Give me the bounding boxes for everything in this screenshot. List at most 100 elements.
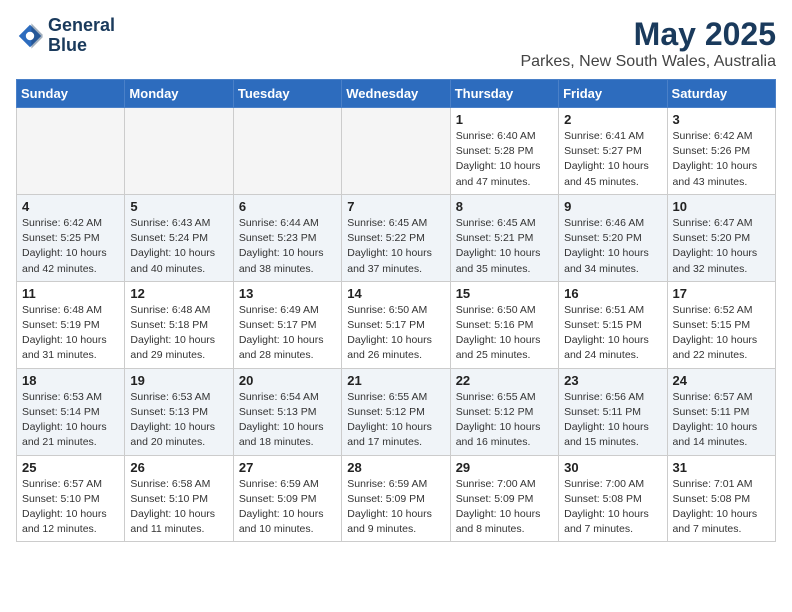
- day-info: Sunrise: 7:00 AMSunset: 5:08 PMDaylight:…: [564, 477, 661, 538]
- calendar-cell: 28Sunrise: 6:59 AMSunset: 5:09 PMDayligh…: [342, 455, 450, 542]
- day-number: 22: [456, 373, 553, 388]
- day-number: 30: [564, 460, 661, 475]
- calendar-cell: [17, 108, 125, 195]
- day-info: Sunrise: 6:44 AMSunset: 5:23 PMDaylight:…: [239, 216, 336, 277]
- day-info: Sunrise: 6:45 AMSunset: 5:21 PMDaylight:…: [456, 216, 553, 277]
- day-number: 1: [456, 112, 553, 127]
- calendar-header-row: SundayMondayTuesdayWednesdayThursdayFrid…: [17, 80, 776, 108]
- logo: General Blue: [16, 16, 115, 56]
- calendar-cell: 31 Sunrise: 7:01 AMSunset: 5:08 PMDayligh…: [667, 455, 775, 542]
- day-info: Sunrise: 6:49 AMSunset: 5:17 PMDaylight:…: [239, 303, 336, 364]
- day-number: 18: [22, 373, 119, 388]
- day-info: Sunrise: 6:46 AMSunset: 5:20 PMDaylight:…: [564, 216, 661, 277]
- day-number: 29: [456, 460, 553, 475]
- day-info: Sunrise: 6:48 AMSunset: 5:18 PMDaylight:…: [130, 303, 227, 364]
- calendar-cell: 23 Sunrise: 6:56 AMSunset: 5:11 PMDayligh…: [559, 368, 667, 455]
- day-info: Sunrise: 6:57 AMSunset: 5:11 PMDaylight:…: [673, 390, 770, 451]
- day-number: 25: [22, 460, 119, 475]
- calendar-table: SundayMondayTuesdayWednesdayThursdayFrid…: [16, 79, 776, 542]
- weekday-header: Saturday: [667, 80, 775, 108]
- day-info: Sunrise: 6:47 AMSunset: 5:20 PMDaylight:…: [673, 216, 770, 277]
- calendar-cell: 17 Sunrise: 6:52 AMSunset: 5:15 PMDayligh…: [667, 281, 775, 368]
- calendar-week-row: 18Sunrise: 6:53 AMSunset: 5:14 PMDayligh…: [17, 368, 776, 455]
- day-number: 21: [347, 373, 444, 388]
- calendar-cell: 20 Sunrise: 6:54 AMSunset: 5:13 PMDayligh…: [233, 368, 341, 455]
- day-number: 13: [239, 286, 336, 301]
- logo-icon: [16, 22, 44, 50]
- calendar-cell: 3Sunrise: 6:42 AMSunset: 5:26 PMDaylight…: [667, 108, 775, 195]
- day-number: 8: [456, 199, 553, 214]
- calendar-week-row: 1 Sunrise: 6:40 AMSunset: 5:28 PMDaylight…: [17, 108, 776, 195]
- calendar-cell: 8 Sunrise: 6:45 AMSunset: 5:21 PMDaylight…: [450, 194, 558, 281]
- day-number: 14: [347, 286, 444, 301]
- month-title: May 2025: [520, 16, 776, 53]
- calendar-cell: 13 Sunrise: 6:49 AMSunset: 5:17 PMDayligh…: [233, 281, 341, 368]
- day-info: Sunrise: 6:52 AMSunset: 5:15 PMDaylight:…: [673, 303, 770, 364]
- calendar-cell: 1 Sunrise: 6:40 AMSunset: 5:28 PMDaylight…: [450, 108, 558, 195]
- day-number: 2: [564, 112, 661, 127]
- day-number: 11: [22, 286, 119, 301]
- calendar-cell: 15 Sunrise: 6:50 AMSunset: 5:16 PMDayligh…: [450, 281, 558, 368]
- day-info: Sunrise: 6:40 AMSunset: 5:28 PMDaylight:…: [456, 129, 553, 190]
- calendar-cell: 26 Sunrise: 6:58 AMSunset: 5:10 PMDayligh…: [125, 455, 233, 542]
- calendar-cell: 24Sunrise: 6:57 AMSunset: 5:11 PMDayligh…: [667, 368, 775, 455]
- weekday-header: Sunday: [17, 80, 125, 108]
- calendar-cell: [342, 108, 450, 195]
- day-number: 9: [564, 199, 661, 214]
- day-number: 6: [239, 199, 336, 214]
- day-number: 23: [564, 373, 661, 388]
- day-number: 7: [347, 199, 444, 214]
- day-number: 27: [239, 460, 336, 475]
- calendar-cell: 22 Sunrise: 6:55 AMSunset: 5:12 PMDayligh…: [450, 368, 558, 455]
- calendar-cell: 27Sunrise: 6:59 AMSunset: 5:09 PMDayligh…: [233, 455, 341, 542]
- day-number: 15: [456, 286, 553, 301]
- day-info: Sunrise: 7:00 AMSunset: 5:09 PMDaylight:…: [456, 477, 553, 538]
- day-number: 26: [130, 460, 227, 475]
- day-info: Sunrise: 6:54 AMSunset: 5:13 PMDaylight:…: [239, 390, 336, 451]
- day-info: Sunrise: 6:41 AMSunset: 5:27 PMDaylight:…: [564, 129, 661, 190]
- day-info: Sunrise: 6:42 AMSunset: 5:25 PMDaylight:…: [22, 216, 119, 277]
- weekday-header: Tuesday: [233, 80, 341, 108]
- day-number: 12: [130, 286, 227, 301]
- day-info: Sunrise: 6:58 AMSunset: 5:10 PMDaylight:…: [130, 477, 227, 538]
- day-number: 4: [22, 199, 119, 214]
- day-number: 28: [347, 460, 444, 475]
- day-info: Sunrise: 6:42 AMSunset: 5:26 PMDaylight:…: [673, 129, 770, 190]
- logo-text: General Blue: [48, 16, 115, 56]
- day-info: Sunrise: 6:51 AMSunset: 5:15 PMDaylight:…: [564, 303, 661, 364]
- calendar-cell: 30 Sunrise: 7:00 AMSunset: 5:08 PMDayligh…: [559, 455, 667, 542]
- day-info: Sunrise: 6:48 AMSunset: 5:19 PMDaylight:…: [22, 303, 119, 364]
- day-info: Sunrise: 6:53 AMSunset: 5:13 PMDaylight:…: [130, 390, 227, 451]
- calendar-cell: 10Sunrise: 6:47 AMSunset: 5:20 PMDayligh…: [667, 194, 775, 281]
- calendar-cell: 7Sunrise: 6:45 AMSunset: 5:22 PMDaylight…: [342, 194, 450, 281]
- location-title: Parkes, New South Wales, Australia: [520, 53, 776, 71]
- calendar-cell: 25 Sunrise: 6:57 AMSunset: 5:10 PMDayligh…: [17, 455, 125, 542]
- calendar-cell: 14Sunrise: 6:50 AMSunset: 5:17 PMDayligh…: [342, 281, 450, 368]
- weekday-header: Monday: [125, 80, 233, 108]
- calendar-cell: 4 Sunrise: 6:42 AMSunset: 5:25 PMDaylight…: [17, 194, 125, 281]
- calendar-cell: 12 Sunrise: 6:48 AMSunset: 5:18 PMDayligh…: [125, 281, 233, 368]
- day-info: Sunrise: 6:57 AMSunset: 5:10 PMDaylight:…: [22, 477, 119, 538]
- page-header: General Blue May 2025 Parkes, New South …: [16, 16, 776, 71]
- calendar-cell: [233, 108, 341, 195]
- day-number: 31: [673, 460, 770, 475]
- weekday-header: Thursday: [450, 80, 558, 108]
- day-info: Sunrise: 6:43 AMSunset: 5:24 PMDaylight:…: [130, 216, 227, 277]
- calendar-cell: 11 Sunrise: 6:48 AMSunset: 5:19 PMDayligh…: [17, 281, 125, 368]
- day-number: 20: [239, 373, 336, 388]
- day-info: Sunrise: 7:01 AMSunset: 5:08 PMDaylight:…: [673, 477, 770, 538]
- weekday-header: Wednesday: [342, 80, 450, 108]
- calendar-cell: 5 Sunrise: 6:43 AMSunset: 5:24 PMDaylight…: [125, 194, 233, 281]
- day-info: Sunrise: 6:55 AMSunset: 5:12 PMDaylight:…: [456, 390, 553, 451]
- calendar-cell: 19Sunrise: 6:53 AMSunset: 5:13 PMDayligh…: [125, 368, 233, 455]
- day-number: 5: [130, 199, 227, 214]
- calendar-cell: 29 Sunrise: 7:00 AMSunset: 5:09 PMDayligh…: [450, 455, 558, 542]
- calendar-week-row: 4 Sunrise: 6:42 AMSunset: 5:25 PMDaylight…: [17, 194, 776, 281]
- day-info: Sunrise: 6:50 AMSunset: 5:16 PMDaylight:…: [456, 303, 553, 364]
- calendar-cell: 21Sunrise: 6:55 AMSunset: 5:12 PMDayligh…: [342, 368, 450, 455]
- calendar-week-row: 11 Sunrise: 6:48 AMSunset: 5:19 PMDayligh…: [17, 281, 776, 368]
- day-number: 16: [564, 286, 661, 301]
- weekday-header: Friday: [559, 80, 667, 108]
- day-info: Sunrise: 6:56 AMSunset: 5:11 PMDaylight:…: [564, 390, 661, 451]
- day-number: 17: [673, 286, 770, 301]
